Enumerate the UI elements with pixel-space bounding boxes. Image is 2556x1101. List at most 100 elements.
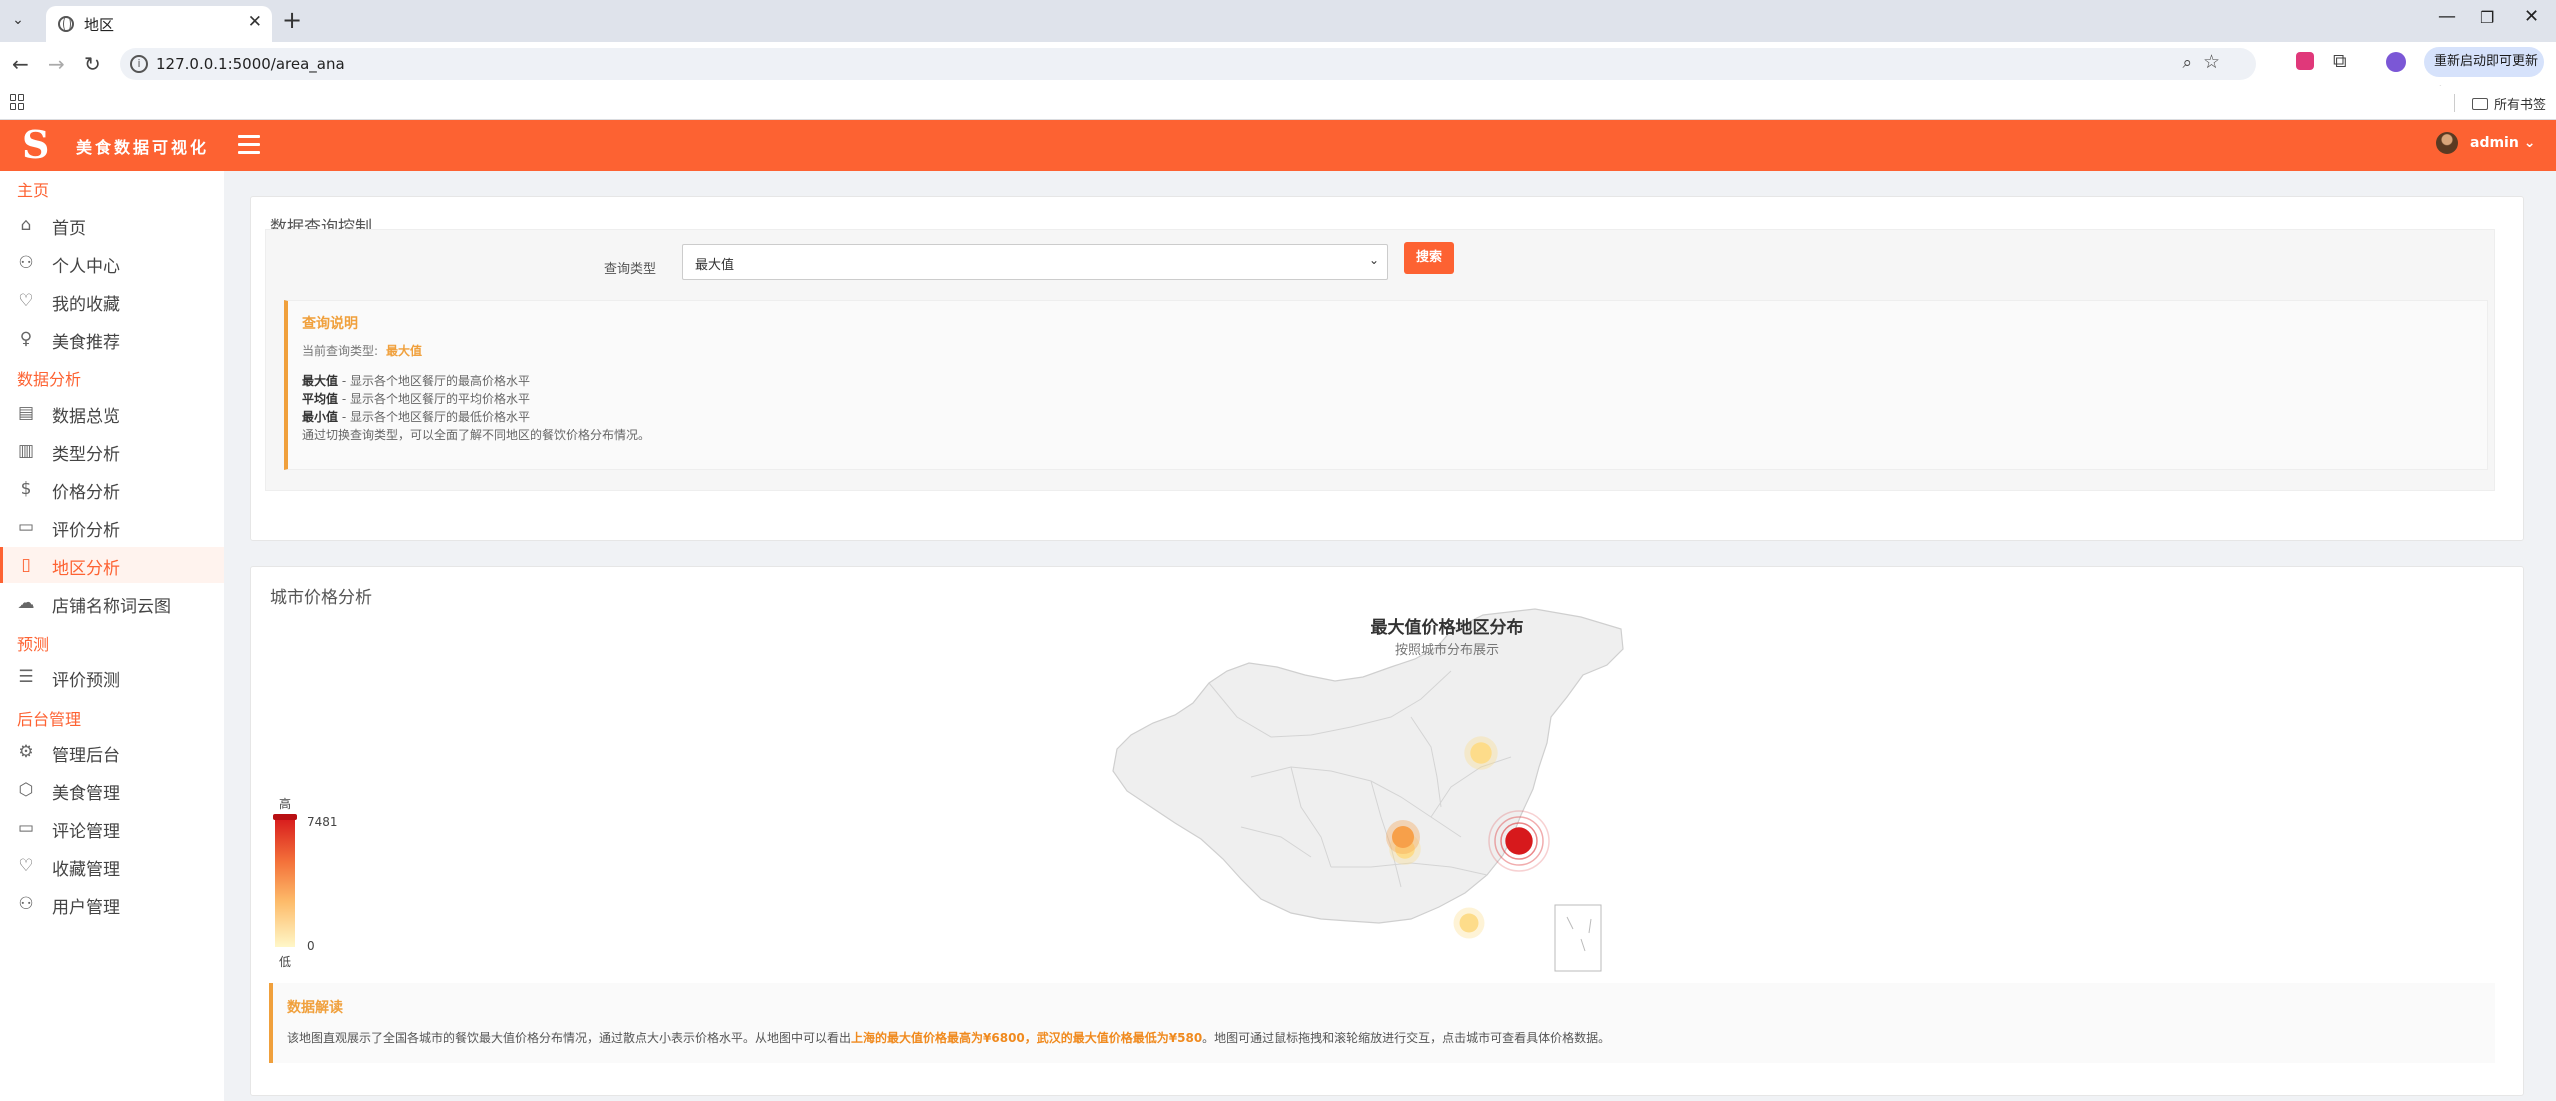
restore-icon[interactable]: ❐ (2480, 8, 2494, 27)
explain-line-max: 最大值 - 显示各个地区餐厅的最高价格水平 (302, 374, 530, 388)
dollar-icon: $ (20, 479, 32, 499)
sidebar-item-type-analysis[interactable]: ▥ 类型分析 (0, 433, 224, 469)
brand-title: 美食数据可视化 (76, 138, 210, 157)
sidebar: 主页 ⌂ 首页 ⚇ 个人中心 ♡ 我的收藏 ♀ 美食推荐 数据分析 ▤ 数据总览 ▥ 类型分… (0, 171, 224, 1101)
query-explanation: 查询说明 当前查询类型: 最大值 最大值 - 显示各个地区餐厅的最高价格水平 平均… (284, 300, 2488, 470)
browser-tab[interactable]: 地区 ✕ (46, 6, 272, 42)
all-bookmarks[interactable]: 所有书签 (2472, 94, 2546, 113)
app-header: S 美食数据可视化 admin ⌄ (0, 120, 2556, 171)
map-subtitle: 按照城市分布展示 (1394, 643, 1499, 658)
section-title-admin: 后台管理 (17, 710, 82, 729)
heart-icon: ♡ (18, 291, 34, 311)
price-point[interactable] (1459, 913, 1479, 933)
bulb-icon: ♀ (19, 329, 33, 349)
sidebar-item-recommend[interactable]: ♀ 美食推荐 (0, 321, 224, 357)
sidebar-item-overview[interactable]: ▤ 数据总览 (0, 395, 224, 431)
legend-max-value: 7481 (307, 815, 338, 829)
address-toolbar: ← → ↻ i 127.0.0.1:5000/area_ana ⌕ ☆ (0, 42, 2556, 86)
box-icon: ⬡ (18, 780, 34, 800)
visual-map-gradient[interactable] (275, 817, 295, 947)
close-tab-icon[interactable]: ✕ (248, 12, 262, 32)
reload-icon[interactable]: ↻ (84, 52, 101, 76)
user-icon: ⚇ (18, 253, 34, 273)
section-title-home: 主页 (17, 181, 50, 200)
browser-tab-bar: ⌄ 地区 ✕ + — ❐ ✕ (0, 0, 2556, 42)
legend-min-value: 0 (307, 939, 315, 953)
logo: S (22, 122, 50, 167)
folder-icon (2472, 98, 2488, 110)
nanhai-inset-frame (1554, 904, 1602, 972)
minimize-icon[interactable]: — (2438, 6, 2456, 27)
map-icon: ▯ (21, 555, 31, 575)
bookmark-star-icon[interactable]: ☆ (2203, 51, 2220, 73)
chart-icon: ▥ (17, 441, 35, 461)
cloud-icon: ☁ (17, 593, 35, 613)
user-manage-icon: ⚇ (18, 894, 34, 914)
price-point[interactable] (1470, 742, 1492, 764)
query-type-select[interactable]: 最大值 ⌄ (682, 244, 1388, 280)
query-form: 查询类型 最大值 ⌄ 搜索 查询说明 当前查询类型: 最大值 最大值 - 显示各个… (265, 229, 2495, 491)
home-icon: ⌂ (20, 215, 32, 235)
chevron-down-icon: ⌄ (1368, 253, 1379, 267)
menu-toggle-icon[interactable] (238, 135, 260, 154)
sidebar-item-review-analysis[interactable]: ▭ 评价分析 (0, 509, 224, 545)
apps-icon[interactable] (10, 94, 26, 110)
forward-icon[interactable]: → (48, 52, 65, 76)
explain-line-avg: 平均值 - 显示各个地区餐厅的平均价格水平 (302, 392, 530, 406)
sidebar-item-wordcloud[interactable]: ☁ 店铺名称词云图 (0, 585, 224, 621)
data-interpretation: 数据解读 该地图直观展示了全国各城市的餐饮最大值价格分布情况，通过散点大小表示价… (269, 983, 2495, 1063)
url-text[interactable]: 127.0.0.1:5000/area_ana (156, 55, 345, 73)
list-icon: ☰ (18, 667, 34, 687)
sidebar-item-review-predict[interactable]: ☰ 评价预测 (0, 659, 224, 695)
sidebar-item-favorite-manage[interactable]: ♡ 收藏管理 (0, 848, 224, 884)
sidebar-item-price-analysis[interactable]: $ 价格分析 (0, 471, 224, 507)
price-point[interactable] (1505, 827, 1533, 855)
nanhai-islands (1566, 916, 1592, 952)
layout-icon: ▤ (17, 403, 35, 423)
section-title-predict: 预测 (17, 635, 50, 654)
explain-note: 通过切换查询类型，可以全面了解不同地区的餐饮价格分布情况。 (302, 428, 651, 442)
sidebar-item-area-analysis[interactable]: ▯ 地区分析 (0, 547, 224, 583)
interpretation-text: 该地图直观展示了全国各城市的餐饮最大值价格分布情况，通过散点大小表示价格水平。从… (287, 1031, 1611, 1045)
new-tab-icon[interactable]: + (282, 6, 302, 34)
map-title: 最大值价格地区分布 (1370, 618, 1524, 638)
sidebar-item-home[interactable]: ⌂ 首页 (0, 207, 224, 243)
zoom-icon[interactable]: ⌕ (2182, 53, 2192, 73)
nanhai-inset (1554, 904, 1602, 972)
tab-title: 地区 (84, 16, 115, 34)
interpretation-title: 数据解读 (287, 1000, 343, 1016)
sidebar-item-profile[interactable]: ⚇ 个人中心 (0, 245, 224, 281)
bookmarks-bar: 所有书签 (0, 86, 2556, 120)
gear-icon: ⚙ (18, 742, 34, 762)
message-icon: ▭ (17, 818, 35, 838)
search-button[interactable]: 搜索 (1404, 242, 1454, 274)
sidebar-item-comment-manage[interactable]: ▭ 评论管理 (0, 810, 224, 846)
window-close-icon[interactable]: ✕ (2524, 6, 2539, 27)
sidebar-item-user-manage[interactable]: ⚇ 用户管理 (0, 886, 224, 922)
puzzle-icon[interactable]: ⧉ (2333, 50, 2347, 72)
sidebar-item-food-manage[interactable]: ⬡ 美食管理 (0, 772, 224, 808)
map-card: 城市价格分析 最大值价格地区分布 按照城市分布展示 高 低 7481 0 数据解… (250, 566, 2524, 1096)
extension-icon[interactable] (2296, 52, 2314, 70)
visual-map-handle[interactable] (273, 814, 297, 820)
user-avatar[interactable] (2436, 132, 2458, 154)
tab-search-icon[interactable]: ⌄ (6, 8, 30, 32)
back-icon[interactable]: ← (12, 52, 29, 76)
sidebar-item-favorites[interactable]: ♡ 我的收藏 (0, 283, 224, 319)
user-menu[interactable]: admin ⌄ (2470, 135, 2535, 151)
comment-icon: ▭ (17, 517, 35, 537)
query-card: 数据查询控制 查询类型 最大值 ⌄ 搜索 查询说明 当前查询类型: 最大值 最大值… (250, 196, 2524, 541)
price-point[interactable] (1392, 826, 1414, 848)
explanation-title: 查询说明 (302, 316, 358, 332)
legend-high-label: 高 (279, 797, 292, 811)
profile-avatar[interactable] (2386, 52, 2406, 72)
sidebar-item-admin[interactable]: ⚙ 管理后台 (0, 734, 224, 770)
heart-hands-icon: ♡ (18, 856, 34, 876)
url-bar[interactable]: i 127.0.0.1:5000/area_ana ⌕ ☆ (120, 48, 2256, 80)
bookmarks-separator (2454, 94, 2455, 112)
globe-icon (58, 16, 74, 32)
legend-low-label: 低 (279, 955, 292, 969)
site-info-icon[interactable]: i (130, 55, 148, 73)
current-query-type: 当前查询类型: 最大值 (302, 344, 423, 358)
update-button[interactable]: 重新启动即可更新 ⋮ (2424, 47, 2544, 99)
